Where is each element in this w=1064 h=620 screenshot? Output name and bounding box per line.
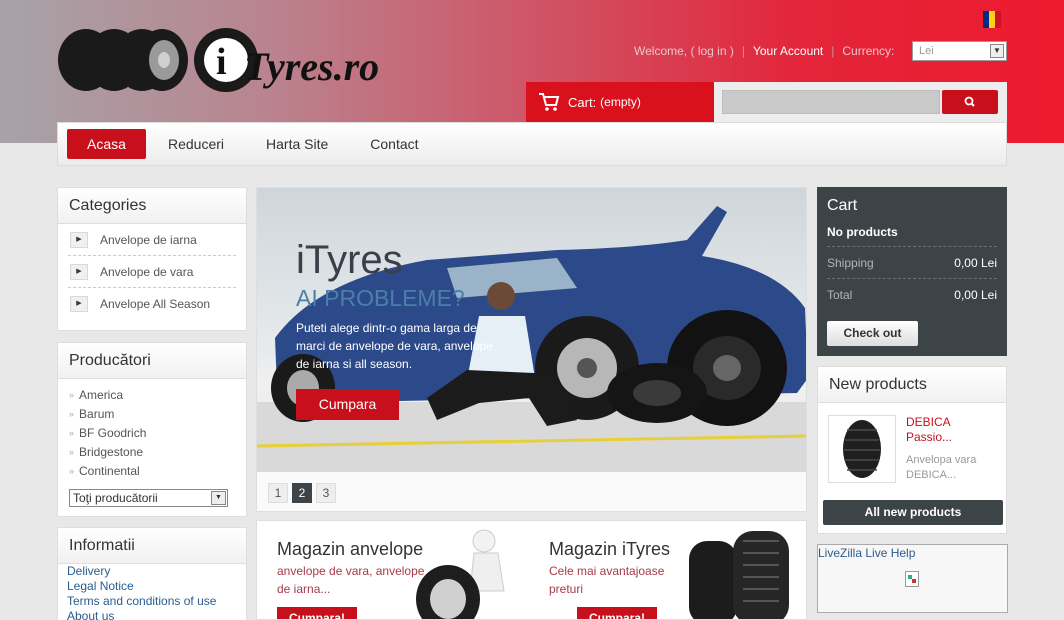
promo-right-title[interactable]: Magazin iTyres [549, 539, 670, 560]
chevron-down-icon[interactable]: ▼ [990, 44, 1004, 58]
new-products-title: New products [818, 367, 1006, 403]
promo-right-button[interactable]: Cumpara! [577, 607, 657, 619]
cart-status: (empty) [600, 95, 641, 109]
slider-page-1[interactable]: 1 [268, 482, 288, 503]
welcome-text: Welcome, [634, 44, 688, 58]
tire-mascot-image [416, 529, 505, 619]
arrow-right-icon: ▶ [70, 263, 88, 280]
your-account-link[interactable]: Your Account [753, 44, 823, 58]
new-products-block: New products DEBICA Passio... Anvelopa v… [817, 366, 1007, 534]
category-item[interactable]: ▶ Anvelope de iarna [68, 224, 236, 256]
hero-description: Puteti alege dintr-o gama larga de marci… [296, 321, 493, 371]
hero-subtitle: AI PROBLEME? [296, 285, 465, 311]
manufacturer-select[interactable]: Toţi producătorii ▼ [69, 489, 228, 507]
product-image[interactable] [828, 415, 896, 483]
svg-text:i: i [216, 41, 227, 83]
cart-bar[interactable]: Cart: (empty) [526, 82, 714, 122]
category-item[interactable]: ▶ Anvelope de vara [68, 256, 236, 288]
chevron-down-icon[interactable]: ▼ [211, 491, 226, 505]
search-input[interactable] [722, 90, 940, 114]
livezilla-title[interactable]: LiveZilla Live Help [818, 546, 915, 560]
nav-item-contact[interactable]: Contact [349, 129, 439, 159]
categories-block: Categories ▶ Anvelope de iarna ▶ Anvelope … [57, 187, 247, 331]
bullet-icon: » [69, 389, 75, 400]
bullet-icon: » [69, 408, 75, 419]
nav-item-reduceri[interactable]: Reduceri [147, 129, 245, 159]
promo-left-button[interactable]: Cumpara! [277, 607, 357, 619]
search-button[interactable] [942, 90, 998, 114]
search-area [714, 82, 1007, 122]
main-nav: Acasa Reduceri Harta Site Contact [57, 122, 1007, 166]
currency-select[interactable]: Lei ▼ [912, 41, 1007, 61]
tires-image [689, 531, 789, 619]
search-icon [964, 96, 975, 107]
cart-block: Cart No products Shipping 0,00 Lei Total… [817, 187, 1007, 356]
slider-page-2[interactable]: 2 [292, 482, 312, 503]
info-link-about[interactable]: About us [58, 609, 246, 620]
hero-slider: iTyres AI PROBLEME? Puteti alege dintr-o… [256, 187, 807, 512]
manufacturers-block: Producători » America » Barum » BF Goodrich… [57, 342, 247, 517]
all-new-products-button[interactable]: All new products [823, 500, 1003, 525]
manufacturers-title: Producători [58, 343, 246, 379]
cart-label: Cart: [568, 94, 597, 110]
cart-no-products: No products [827, 223, 997, 247]
category-item[interactable]: ▶ Anvelope All Season [68, 288, 236, 320]
cart-block-title: Cart [827, 197, 858, 214]
broken-image-icon [905, 571, 919, 587]
bullet-icon: » [69, 446, 75, 457]
site-logo[interactable]: i Tyres.ro [56, 26, 406, 94]
info-title: Informatii [58, 528, 246, 564]
slider-pager: 1 2 3 [257, 472, 806, 511]
login-link[interactable]: ( log in ) [690, 44, 733, 58]
info-block: Informatii Delivery Legal Notice Terms a… [57, 527, 247, 620]
language-flag-icon[interactable] [983, 11, 1001, 28]
manufacturer-item[interactable]: » Continental [58, 461, 246, 480]
currency-value: Lei [919, 45, 934, 57]
cart-shipping-row: Shipping 0,00 Lei [827, 247, 997, 279]
promo-right-desc: Cele mai avantajoase preturi [549, 564, 665, 596]
info-link-delivery[interactable]: Delivery [58, 564, 246, 579]
currency-label: Currency: [842, 44, 895, 58]
cart-icon [539, 93, 560, 111]
manufacturer-item[interactable]: » BF Goodrich [58, 423, 246, 442]
cart-total-row: Total 0,00 Lei [827, 288, 997, 302]
hero-slide: iTyres AI PROBLEME? Puteti alege dintr-o… [257, 188, 806, 472]
product-description: Anvelopa vara DEBICA... [906, 454, 977, 481]
bullet-icon: » [69, 465, 75, 476]
checkout-button[interactable]: Check out [827, 321, 918, 346]
promo-left-title[interactable]: Magazin anvelope [277, 539, 423, 560]
categories-title: Categories [58, 188, 246, 224]
product-name[interactable]: DEBICA Passio... [906, 415, 996, 445]
info-link-legal[interactable]: Legal Notice [58, 579, 246, 594]
arrow-right-icon: ▶ [70, 296, 88, 312]
nav-item-acasa[interactable]: Acasa [67, 129, 146, 159]
bullet-icon: » [69, 427, 75, 438]
manufacturer-item[interactable]: » Bridgestone [58, 442, 246, 461]
livezilla-widget[interactable]: LiveZilla Live Help [817, 544, 1008, 613]
promo-left-desc: anvelope de vara, anvelope de iarna... [277, 564, 425, 596]
nav-item-harta-site[interactable]: Harta Site [245, 129, 349, 159]
manufacturer-item[interactable]: » America [58, 385, 246, 404]
svg-text:Tyres.ro: Tyres.ro [244, 44, 379, 89]
arrow-right-icon: ▶ [70, 231, 88, 248]
promo-banners: Magazin anvelope anvelope de vara, anvel… [256, 520, 807, 620]
hero-title: iTyres [296, 238, 403, 282]
user-bar: Welcome, ( log in ) | Your Account | Cur… [634, 44, 895, 58]
info-link-terms[interactable]: Terms and conditions of use [58, 594, 246, 609]
manufacturer-item[interactable]: » Barum [58, 404, 246, 423]
slider-page-3[interactable]: 3 [316, 482, 336, 503]
hero-buy-button[interactable]: Cumpara [296, 389, 399, 420]
